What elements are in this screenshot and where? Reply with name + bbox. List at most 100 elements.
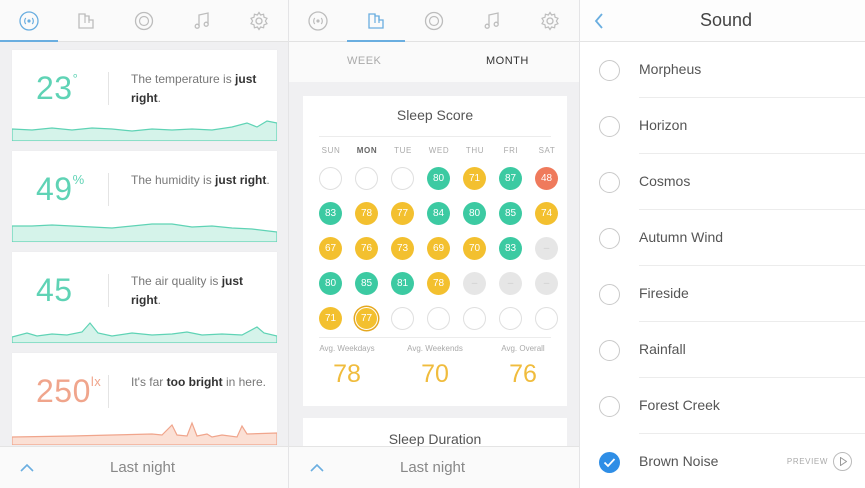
day-score-cell[interactable]: 77 [391, 202, 414, 225]
empty-day-cell[interactable] [499, 307, 522, 330]
day-score-cell[interactable]: 74 [535, 202, 558, 225]
day-score-cell[interactable]: 73 [391, 237, 414, 260]
day-score-cell[interactable]: 77 [355, 307, 378, 330]
day-score-cell[interactable]: 67 [319, 237, 342, 260]
tab-environment[interactable] [289, 0, 347, 41]
empty-day-cell[interactable] [535, 307, 558, 330]
empty-day-cell[interactable] [391, 167, 414, 190]
sound-option[interactable]: Rainfall [580, 322, 865, 378]
last-night-label[interactable]: Last night [110, 459, 175, 476]
day-score-cell[interactable]: 71 [463, 167, 486, 190]
card-divider [108, 72, 109, 105]
sound-option[interactable]: Fireside [580, 266, 865, 322]
empty-day-cell[interactable] [355, 167, 378, 190]
humidity-sparkline [12, 223, 277, 242]
empty-day-cell[interactable] [319, 167, 342, 190]
day-score-cell[interactable]: 69 [427, 237, 450, 260]
light-card[interactable]: 250lx It's far too bright in here. [12, 353, 277, 445]
avg-weekends-label: Avg. Weekends [407, 344, 463, 353]
sound-option-label: Cosmos [639, 173, 691, 189]
day-score-cell[interactable]: 76 [355, 237, 378, 260]
weekday-label: MON [356, 146, 378, 155]
sound-option[interactable]: Brown Noise PREVIEW [580, 434, 865, 488]
tab-environment[interactable] [0, 0, 58, 42]
tab-settings[interactable] [230, 0, 288, 41]
day-score-cell[interactable]: 83 [499, 237, 522, 260]
day-score-cell[interactable]: 85 [355, 272, 378, 295]
day-score-cell[interactable]: 71 [319, 307, 342, 330]
top-tab-bar [289, 0, 579, 42]
light-icon [424, 11, 444, 30]
day-score-cell[interactable]: – [499, 272, 522, 295]
card-divider [108, 173, 109, 206]
music-icon [484, 11, 499, 29]
tab-light[interactable] [115, 0, 173, 41]
radio-icon[interactable] [599, 172, 620, 193]
radio-icon[interactable] [599, 284, 620, 305]
empty-day-cell[interactable] [427, 307, 450, 330]
top-tab-bar [0, 0, 288, 42]
temperature-card[interactable]: 23° The temperature is just right. [12, 50, 277, 141]
chevron-up-icon[interactable] [19, 461, 35, 475]
weekday-label: THU [465, 146, 485, 155]
day-score-cell[interactable]: 84 [427, 202, 450, 225]
air-quality-value: 45 [36, 272, 73, 308]
tab-month[interactable]: MONTH [486, 55, 529, 67]
sound-option[interactable]: Morpheus [580, 42, 865, 98]
day-score-cell[interactable]: 81 [391, 272, 414, 295]
air-quality-card[interactable]: 45 The air quality is just right. [12, 252, 277, 343]
humidity-card[interactable]: 49% The humidity is just right. [12, 151, 277, 242]
radio-icon[interactable] [599, 340, 620, 361]
tab-sleep[interactable] [347, 0, 405, 42]
radio-icon[interactable] [599, 396, 620, 417]
empty-day-cell[interactable] [463, 307, 486, 330]
chart-icon [78, 12, 95, 29]
light-sparkline [12, 421, 277, 445]
last-night-label[interactable]: Last night [400, 459, 465, 476]
card-divider [108, 274, 109, 307]
sound-option[interactable]: Horizon [580, 98, 865, 154]
empty-day-cell[interactable] [391, 307, 414, 330]
tab-sleep[interactable] [58, 0, 116, 41]
tab-light[interactable] [405, 0, 463, 41]
sound-option[interactable]: Autumn Wind [580, 210, 865, 266]
radio-icon[interactable] [599, 116, 620, 137]
sleep-duration-title: Sleep Duration [388, 431, 482, 447]
play-icon[interactable] [833, 452, 852, 471]
signal-icon [19, 10, 39, 31]
period-switch: WEEK MONTH [289, 42, 579, 82]
day-score-cell[interactable]: 85 [499, 202, 522, 225]
page-title: Sound [699, 10, 753, 30]
day-score-cell[interactable]: – [463, 272, 486, 295]
sound-option-label: Morpheus [639, 61, 702, 77]
temperature-value: 23° [36, 70, 79, 106]
tab-settings[interactable] [521, 0, 579, 41]
sound-option[interactable]: Cosmos [580, 154, 865, 210]
tab-sound[interactable] [173, 0, 231, 41]
day-score-cell[interactable]: 87 [499, 167, 522, 190]
day-score-cell[interactable]: 83 [319, 202, 342, 225]
sound-option[interactable]: Forest Creek [580, 378, 865, 434]
day-score-cell[interactable]: – [535, 237, 558, 260]
day-score-cell[interactable]: 78 [355, 202, 378, 225]
radio-icon[interactable] [599, 60, 620, 81]
radio-icon[interactable] [599, 228, 620, 249]
chevron-up-icon[interactable] [309, 461, 325, 475]
preview-label: PREVIEW [786, 457, 828, 466]
radio-checked-icon[interactable] [599, 452, 620, 473]
tab-week[interactable]: WEEK [347, 55, 381, 67]
day-score-cell[interactable]: 80 [427, 167, 450, 190]
day-score-cell[interactable]: 48 [535, 167, 558, 190]
preview-button[interactable]: PREVIEW [787, 452, 852, 471]
sound-option-label: Horizon [639, 117, 688, 133]
day-score-cell[interactable]: 78 [427, 272, 450, 295]
day-score-cell[interactable]: 70 [463, 237, 486, 260]
temperature-description: The temperature is just right. [131, 72, 257, 105]
day-score-cell[interactable]: 80 [319, 272, 342, 295]
day-score-cell[interactable]: 80 [463, 202, 486, 225]
sleep-score-card: Sleep Score SUN MON TUE WED THU FRI SAT 80 71 87… [303, 96, 567, 406]
tab-sound[interactable] [463, 0, 521, 41]
music-icon [194, 11, 209, 29]
day-score-cell[interactable]: – [535, 272, 558, 295]
bottom-bar: Last night [0, 446, 288, 488]
